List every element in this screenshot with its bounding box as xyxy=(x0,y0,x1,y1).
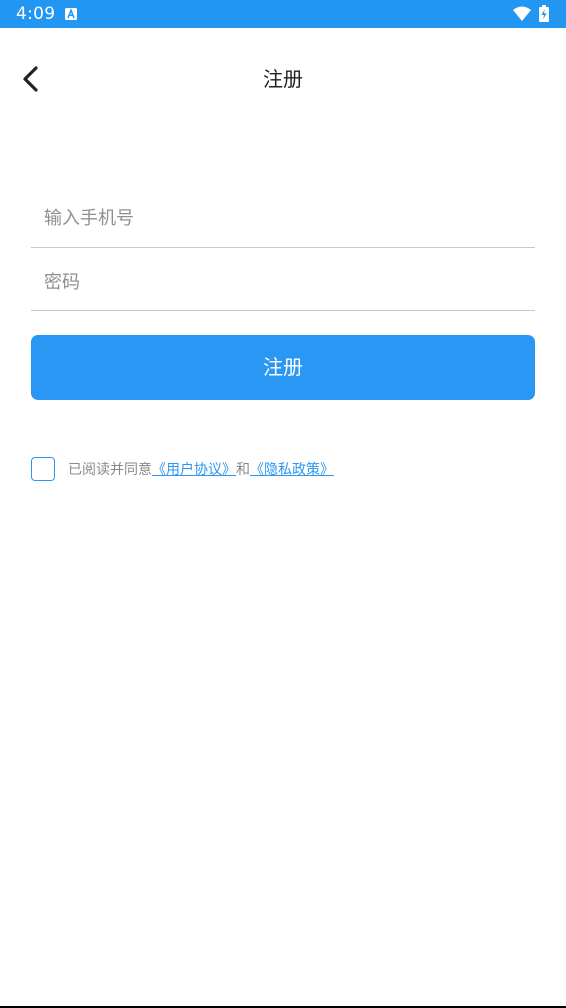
phone-field xyxy=(31,198,535,248)
password-input[interactable] xyxy=(44,262,524,302)
agreement-text: 已阅读并同意《用户协议》和《隐私政策》 xyxy=(68,461,334,479)
user-agreement-link[interactable]: 《用户协议》 xyxy=(152,462,236,478)
phone-input[interactable] xyxy=(44,198,524,238)
agreement-conjunction: 和 xyxy=(236,462,250,478)
status-time: 4:09 xyxy=(16,4,56,24)
a-icon xyxy=(65,8,77,20)
register-screen: 4:09 注册 注册 已阅读并同意《用户协议》和《隐私政策》 xyxy=(0,0,566,1008)
privacy-policy-link[interactable]: 《隐私政策》 xyxy=(250,462,334,478)
wifi-icon xyxy=(513,6,531,21)
password-field xyxy=(31,262,535,311)
toolbar: 注册 xyxy=(0,28,566,130)
battery-charging-icon xyxy=(539,5,549,22)
page-title: 注册 xyxy=(263,67,303,91)
agreement-prefix: 已阅读并同意 xyxy=(68,462,152,478)
status-bar: 4:09 xyxy=(0,0,566,28)
agreement-checkbox[interactable] xyxy=(31,457,55,481)
register-button[interactable]: 注册 xyxy=(31,335,535,400)
